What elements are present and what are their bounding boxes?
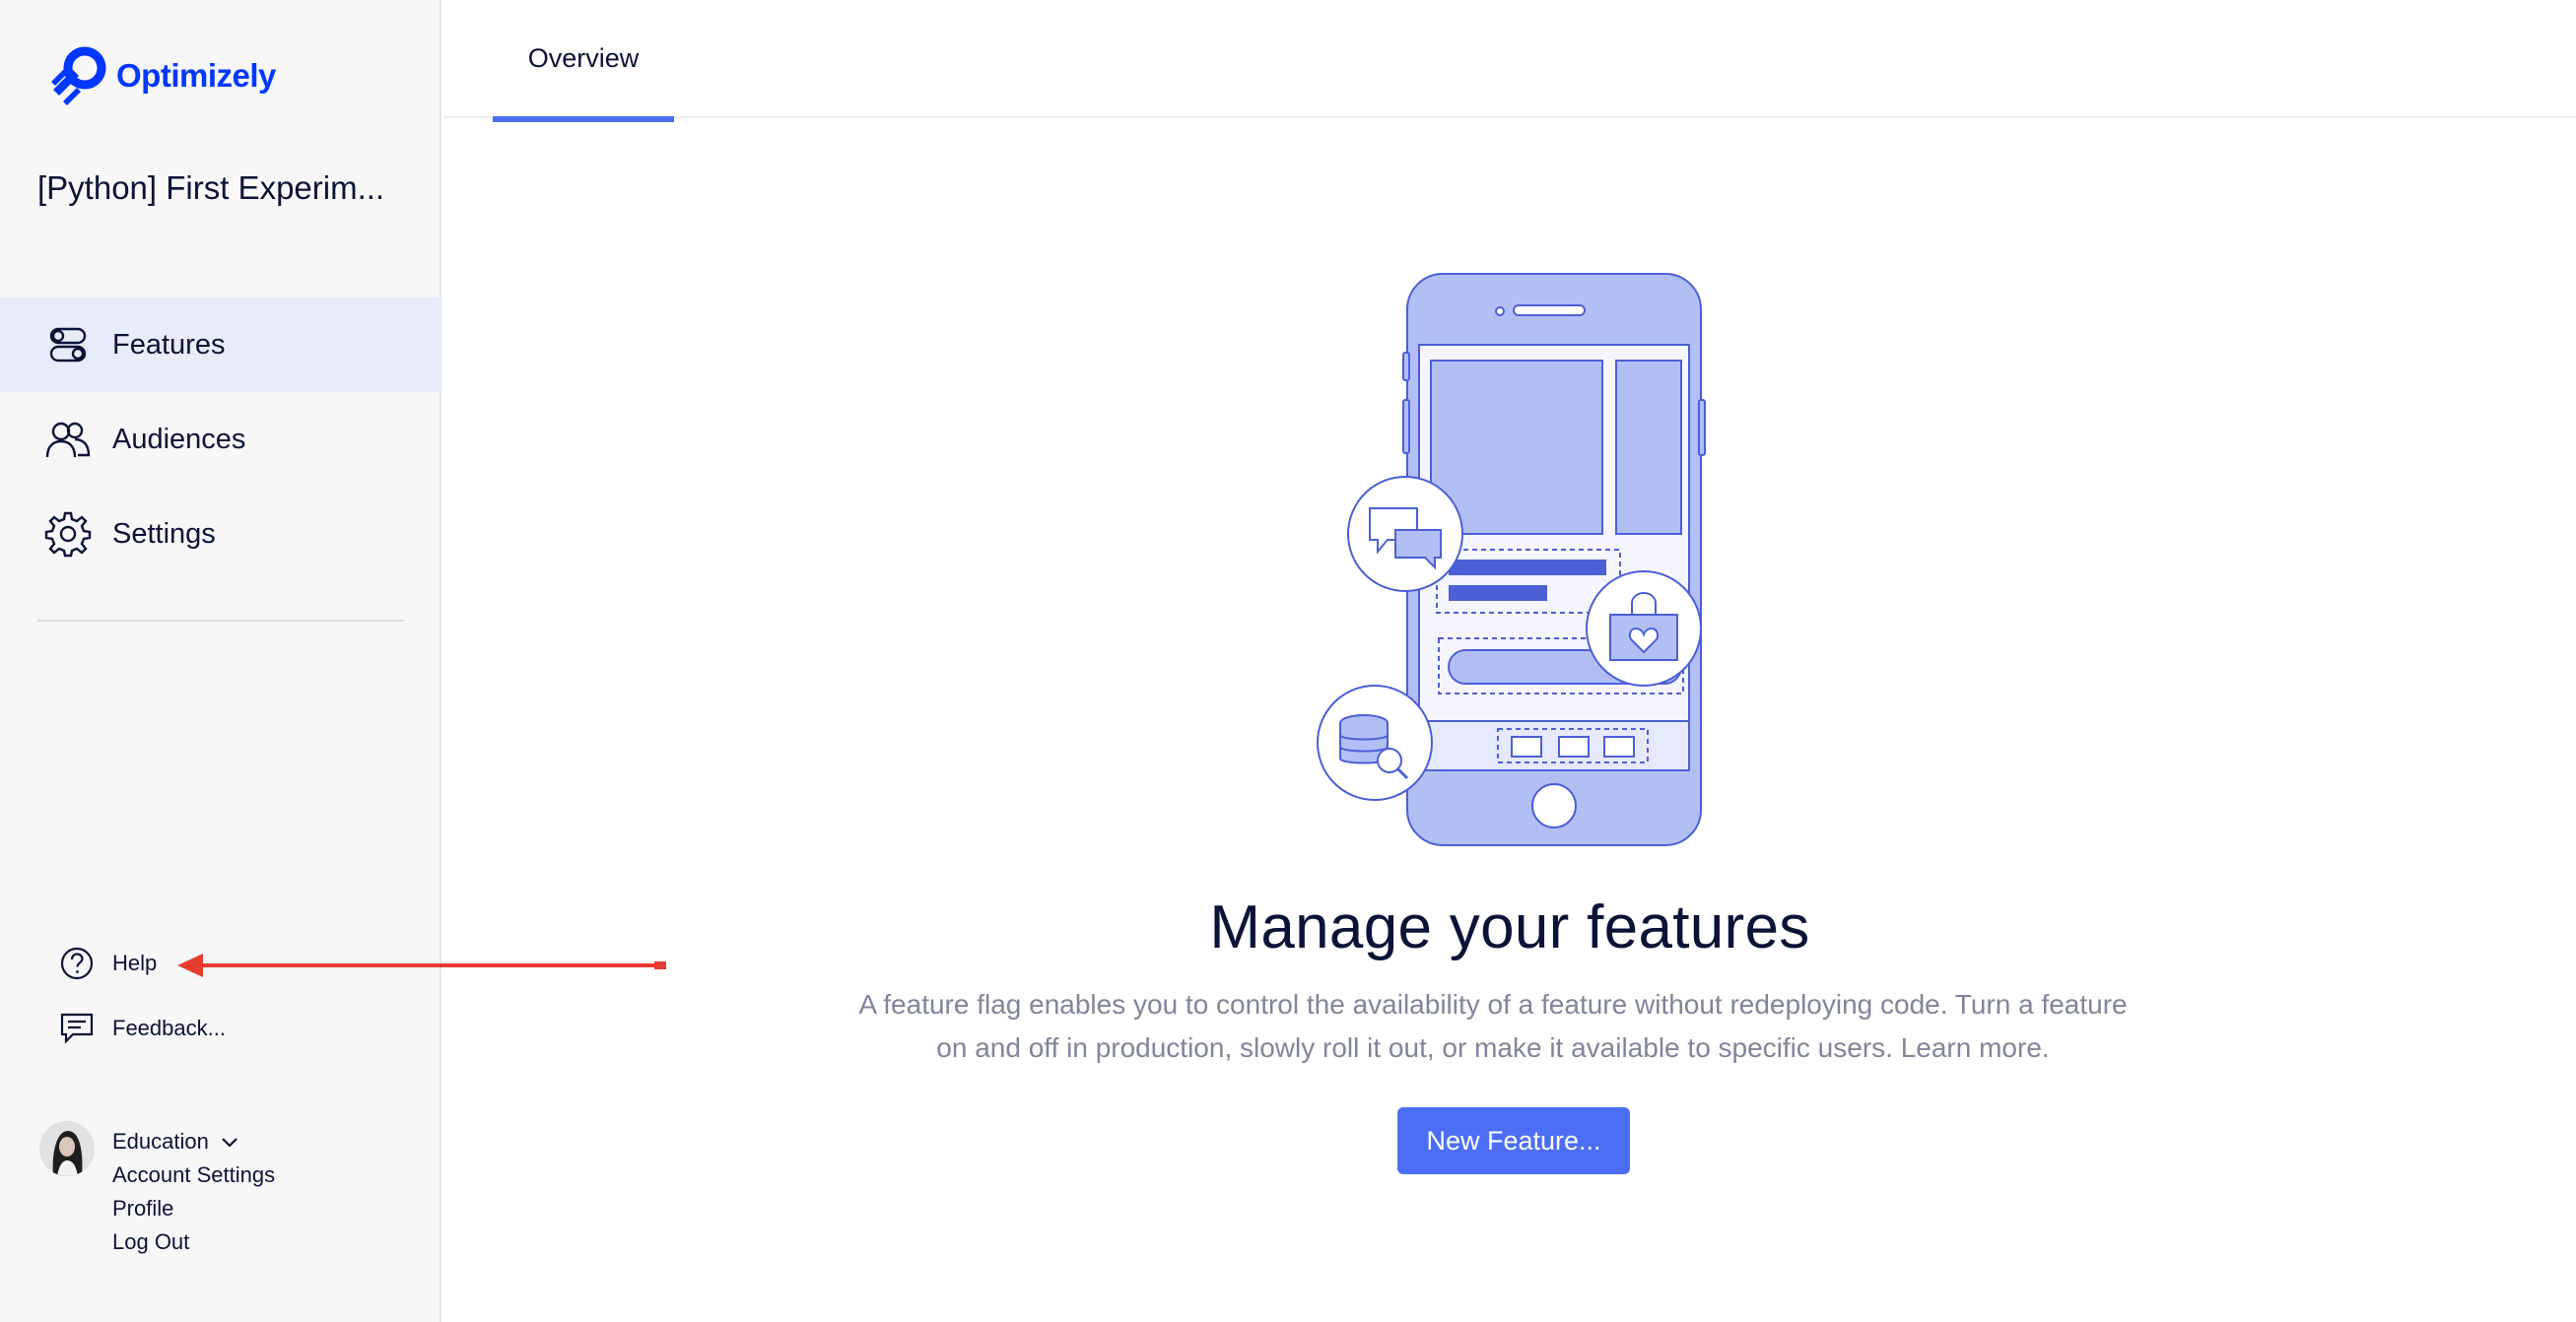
sidebar-divider (37, 620, 404, 622)
profile-link[interactable]: Profile (112, 1192, 408, 1225)
sidebar-item-label: Settings (112, 517, 216, 550)
sidebar-item-audiences[interactable]: Audiences (0, 392, 441, 487)
log-out-link[interactable]: Log Out (112, 1225, 408, 1259)
users-icon (41, 413, 95, 466)
org-switcher[interactable]: Education (112, 1125, 408, 1158)
gear-icon (41, 507, 95, 561)
account-settings-link[interactable]: Account Settings (112, 1158, 408, 1192)
main-content: Overview Manage your features A feature … (443, 0, 2576, 1322)
new-feature-button[interactable]: New Feature... (1397, 1107, 1630, 1174)
feedback-label: Feedback... (112, 1016, 226, 1040)
sidebar: Optimizely [Python] First Experim... Fea… (0, 0, 441, 1322)
phone-illustration (1317, 273, 1706, 846)
optimizely-logo-icon (51, 46, 106, 105)
question-circle-icon (57, 944, 97, 983)
chevron-down-icon (221, 1125, 238, 1158)
brand-name: Optimizely (116, 57, 276, 94)
sidebar-nav: Features Audiences Settings (0, 297, 441, 581)
empty-state-headline: Manage your features (1209, 893, 1810, 961)
sidebar-item-settings[interactable]: Settings (0, 487, 441, 581)
project-name[interactable]: [Python] First Experim... (37, 169, 402, 207)
sidebar-item-label: Features (112, 328, 226, 361)
account-links: Education Account Settings Profile Log O… (112, 1125, 408, 1259)
tab-bar: Overview (443, 0, 2576, 122)
empty-state-description: A feature flag enables you to control th… (858, 989, 2128, 1063)
sidebar-item-features[interactable]: Features (0, 297, 441, 392)
org-name: Education (112, 1129, 209, 1154)
sidebar-item-label: Audiences (112, 423, 246, 455)
avatar[interactable] (39, 1121, 95, 1176)
toggle-icon (41, 318, 95, 371)
message-icon (57, 1009, 97, 1048)
help-link[interactable]: Help (57, 944, 157, 983)
tab-overview[interactable]: Overview (493, 0, 674, 122)
feedback-link[interactable]: Feedback... (57, 1009, 226, 1048)
help-label: Help (112, 951, 158, 975)
brand-logo[interactable]: Optimizely (47, 43, 276, 108)
